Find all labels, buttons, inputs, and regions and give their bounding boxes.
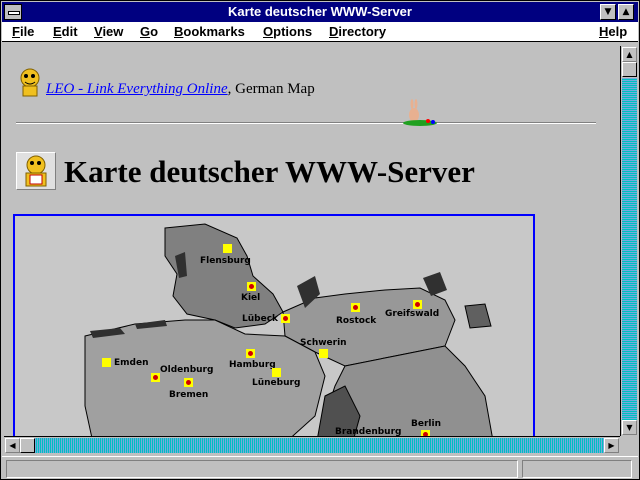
menu-go[interactable]: Go — [140, 24, 158, 39]
leo-heading-icon — [16, 152, 56, 190]
city-label: Lübeck — [242, 314, 279, 324]
menu-view[interactable]: View — [94, 24, 123, 39]
browser-window: Karte deutscher WWW-Server ▼ ▲ File Edit V… — [0, 0, 640, 480]
menu-edit[interactable]: Edit — [53, 24, 78, 39]
page-heading: Karte deutscher WWW-Server — [64, 154, 475, 189]
window-title: Karte deutscher WWW-Server — [228, 4, 412, 19]
menu-accelerator: D — [329, 24, 339, 39]
marker-flensburg[interactable] — [223, 244, 232, 253]
city-label: Lüneburg — [252, 378, 301, 388]
marker-hamburg[interactable] — [246, 349, 255, 358]
city-label: Bremen — [169, 390, 209, 400]
menu-label-rest: irectory — [338, 24, 387, 39]
menu-options[interactable]: Options — [263, 24, 312, 39]
city-label: Rostock — [336, 316, 377, 326]
marker-lueneburg[interactable] — [272, 368, 281, 377]
marker-schwerin[interactable] — [319, 349, 328, 358]
map-shapes — [84, 223, 493, 436]
page-content: LEO - Link Everything Online, German Map… — [4, 46, 620, 436]
scroll-down-button[interactable]: ▼ — [622, 420, 637, 435]
vertical-scroll-thumb[interactable] — [622, 62, 637, 77]
menu-accelerator: O — [263, 24, 274, 39]
scroll-right-button[interactable]: ▶ — [604, 438, 619, 453]
germany-map[interactable]: Flensburg Kiel Lübeck Rostock Greifswald… — [13, 214, 535, 436]
horizontal-scroll-track[interactable] — [20, 438, 604, 453]
marker-rostock[interactable] — [351, 303, 360, 312]
menu-accelerator: H — [599, 24, 609, 39]
menu-file[interactable]: File — [12, 24, 34, 39]
menu-accelerator: E — [53, 24, 62, 39]
marker-luebeck[interactable] — [281, 314, 290, 323]
marker-kiel[interactable] — [247, 282, 256, 291]
menu-label-rest: dit — [61, 24, 78, 39]
minimize-button[interactable]: ▼ — [600, 4, 616, 20]
status-bar — [2, 456, 638, 479]
marker-oldenburg[interactable] — [151, 373, 160, 382]
menu-label-rest: ookmarks — [183, 24, 245, 39]
scroll-up-button[interactable]: ▲ — [622, 47, 637, 62]
menu-label-rest: ile — [19, 24, 35, 39]
title-bar: Karte deutscher WWW-Server ▼ ▲ — [2, 2, 638, 22]
scroll-left-button[interactable]: ◀ — [5, 438, 20, 453]
city-label: Emden — [114, 358, 149, 368]
status-message — [6, 460, 518, 478]
city-label: Hamburg — [229, 360, 276, 370]
horizontal-scroll-thumb[interactable] — [20, 438, 35, 453]
vertical-scroll-track[interactable] — [622, 78, 637, 420]
vertical-scrollbar[interactable]: ▲ ▼ — [620, 46, 637, 436]
marker-emden[interactable] — [102, 358, 111, 367]
horizontal-rule — [16, 122, 596, 124]
maximize-button[interactable]: ▲ — [618, 4, 634, 20]
horizontal-scrollbar[interactable]: ◀ ▶ — [4, 436, 620, 453]
menu-directory[interactable]: Directory — [329, 24, 386, 39]
bunny-icon — [403, 99, 437, 126]
marker-bremen[interactable] — [184, 378, 193, 387]
city-label: Schwerin — [300, 338, 347, 348]
city-label: Berlin — [411, 419, 441, 429]
menu-help[interactable]: Help — [599, 24, 627, 39]
menu-bookmarks[interactable]: Bookmarks — [174, 24, 245, 39]
menu-label-rest: iew — [102, 24, 124, 39]
header-suffix: , German Map — [227, 81, 315, 97]
menu-label-rest: o — [150, 24, 159, 39]
city-label: Flensburg — [200, 256, 251, 266]
menu-label-rest: ptions — [273, 24, 313, 39]
city-label: Oldenburg — [160, 365, 214, 375]
menu-accelerator: B — [174, 24, 184, 39]
city-label: Brandenburg — [335, 427, 402, 436]
menu-bar: File Edit View Go Bookmarks Options Directory H… — [2, 22, 638, 42]
city-label: Kiel — [241, 293, 261, 303]
progress-indicator — [522, 460, 632, 478]
city-label: Greifswald — [385, 309, 440, 319]
marker-greifswald[interactable] — [413, 300, 422, 309]
leo-lion-icon — [20, 68, 40, 97]
scroll-corner — [620, 436, 637, 453]
header-link-line: LEO - Link Everything Online, German Map — [46, 81, 315, 98]
leo-link[interactable]: LEO - Link Everything Online — [46, 81, 228, 97]
menu-label-rest: elp — [608, 24, 628, 39]
menu-accelerator: F — [12, 24, 20, 39]
menu-accelerator: G — [140, 24, 151, 39]
